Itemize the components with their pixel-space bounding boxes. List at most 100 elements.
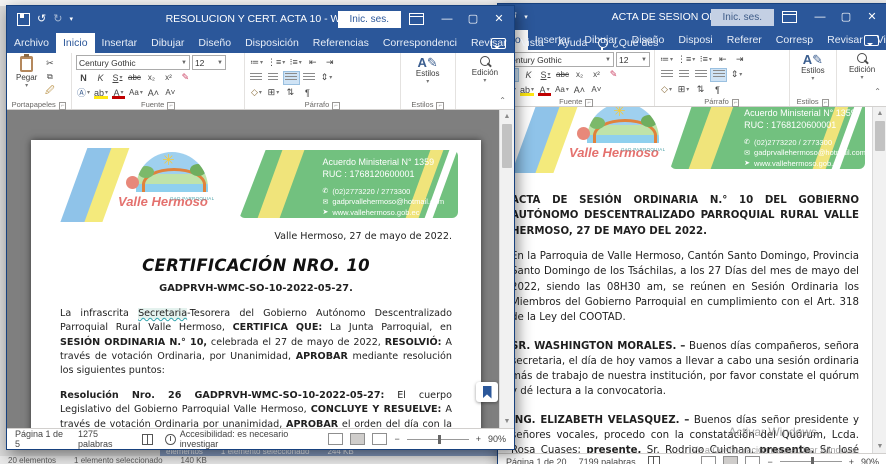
font-size-combo[interactable]: 12▼ (192, 55, 226, 70)
document-area[interactable]: ✳ Valle Hermoso GAD PARROQUIAL (7, 110, 514, 428)
numbering-button[interactable]: ⋮≡▾ (676, 54, 696, 66)
font-name-combo[interactable]: Century Gothic▼ (502, 52, 614, 67)
tab-dibujar[interactable]: Dibujar (144, 33, 191, 53)
maximize-button[interactable]: ▢ (460, 6, 486, 32)
subscript-button[interactable]: x₂ (144, 72, 159, 84)
tab-revisar[interactable]: Revisar (820, 30, 870, 50)
italic-button[interactable]: K (521, 69, 536, 81)
font-size-combo[interactable]: 12▼ (616, 52, 650, 67)
underline-button[interactable]: S▾ (110, 72, 125, 84)
strikethrough-button[interactable]: abc (127, 72, 142, 84)
document-page[interactable]: ✳ Valle Hermoso GAD PARROQUIAL (31, 140, 481, 428)
tab-ayuda[interactable]: Ayuda (551, 33, 595, 53)
superscript-button[interactable]: x² (589, 69, 604, 81)
tab-archivo[interactable]: Archivo (7, 33, 56, 53)
change-case-button[interactable]: Aa▾ (128, 87, 144, 99)
bookmark-badge[interactable] (476, 382, 498, 402)
word-count[interactable]: 1275 palabras (78, 429, 130, 449)
redo-icon[interactable]: ↻ (53, 14, 62, 25)
zoom-level[interactable]: 90% (861, 457, 879, 464)
change-case-button[interactable]: Aa▾ (554, 84, 570, 96)
collapse-ribbon-icon[interactable]: ⌃ (874, 87, 881, 96)
align-center-button[interactable] (676, 69, 691, 81)
tab-inicio[interactable]: Inicio (56, 33, 95, 53)
increase-indent-button[interactable]: ⇥ (732, 54, 747, 66)
shading-button[interactable]: ◇▾ (249, 87, 264, 99)
tab-referencias[interactable]: Referer (720, 30, 769, 50)
sign-in-button[interactable]: Inic. ses. (338, 11, 401, 28)
close-button[interactable]: ✕ (486, 6, 514, 32)
print-layout-icon[interactable] (350, 433, 365, 445)
tab-disposicion[interactable]: Disposición (238, 33, 306, 53)
borders-button[interactable]: ⊞▾ (676, 84, 691, 96)
tab-referencias[interactable]: Referencias (306, 33, 376, 53)
line-spacing-button[interactable]: ⇕▾ (319, 72, 334, 84)
bold-button[interactable]: N (76, 72, 91, 84)
justify-button[interactable] (710, 68, 727, 82)
sort-button[interactable]: ⇅ (693, 84, 708, 96)
web-layout-icon[interactable] (372, 433, 387, 445)
styles-button[interactable]: A✎ Estilos▾ (794, 52, 833, 83)
clear-format-icon[interactable]: ✎ (178, 72, 193, 84)
collapse-ribbon-icon[interactable]: ⌃ (499, 96, 506, 105)
zoom-in-button[interactable]: + (476, 434, 481, 444)
tab-vista[interactable]: Vista (514, 33, 551, 53)
scroll-up-icon[interactable]: ▲ (500, 110, 514, 123)
tab-revisar[interactable]: Revisar (464, 33, 514, 53)
zoom-out-button[interactable]: − (767, 457, 772, 464)
scrollbar-thumb[interactable] (875, 121, 885, 151)
align-left-button[interactable] (659, 69, 674, 81)
shrink-font-button[interactable]: A˅ (163, 87, 178, 99)
scrollbar-thumb[interactable] (502, 124, 512, 168)
word-count[interactable]: 7199 palabras (579, 457, 636, 464)
proofing-icon[interactable] (142, 434, 153, 445)
sort-button[interactable]: ⇅ (283, 87, 298, 99)
font-color-button[interactable]: A▾ (537, 84, 552, 96)
page-indicator[interactable]: Página 1 de 20 (506, 457, 567, 464)
ribbon-display-options-icon[interactable] (782, 11, 797, 23)
show-marks-button[interactable]: ¶ (300, 87, 315, 99)
save-icon[interactable] (17, 13, 30, 26)
minimize-button[interactable]: — (434, 6, 460, 32)
read-mode-icon[interactable] (701, 456, 716, 464)
editing-button[interactable]: Edición▾ (460, 55, 510, 85)
maximize-button[interactable]: ▢ (833, 4, 859, 30)
copy-icon[interactable]: ⧉ (42, 71, 57, 83)
minimize-button[interactable]: — (807, 4, 833, 30)
dialog-launcher-icon[interactable]: ⌐ (436, 102, 444, 110)
document-area[interactable]: ✳ Valle Hermoso GAD PARROQUIAL (498, 107, 886, 453)
subscript-button[interactable]: x₂ (572, 69, 587, 81)
cut-icon[interactable]: ✂ (42, 57, 57, 69)
decrease-indent-button[interactable]: ⇤ (305, 57, 320, 69)
vertical-scrollbar[interactable]: ▲ ▼ (499, 110, 514, 428)
feedback-chat-icon[interactable] (491, 38, 506, 49)
clear-format-icon[interactable]: ✎ (606, 69, 621, 81)
dialog-launcher-icon[interactable]: ⌐ (732, 99, 740, 107)
dialog-launcher-icon[interactable]: ⌐ (822, 99, 830, 107)
decrease-indent-button[interactable]: ⇤ (715, 54, 730, 66)
document-page[interactable]: ✳ Valle Hermoso GAD PARROQUIAL (498, 107, 873, 453)
titlebar[interactable]: ↺ ↻ ▾ RESOLUCION Y CERT. ACTA 10 - Word … (7, 6, 514, 32)
multilevel-list-button[interactable]: ⁝≡▾ (288, 57, 303, 69)
font-name-combo[interactable]: Century Gothic▼ (76, 55, 190, 70)
shrink-font-button[interactable]: A˅ (589, 84, 604, 96)
bullets-button[interactable]: ≔▾ (249, 57, 264, 69)
tell-me-box[interactable]: ¿Qué des (594, 37, 664, 53)
titlebar[interactable]: ↺ ▾ ACTA DE SESION ORD 10 - Word Inic. s… (498, 4, 886, 30)
paste-button[interactable]: Pegar▾ (11, 55, 42, 97)
proofing-icon[interactable] (648, 456, 660, 464)
shading-button[interactable]: ◇▾ (659, 84, 674, 96)
zoom-slider[interactable] (780, 461, 842, 462)
close-button[interactable]: ✕ (859, 4, 886, 30)
text-effects-icon[interactable]: Ⓐ▾ (76, 87, 91, 99)
format-painter-icon[interactable]: 🖉 (42, 85, 57, 97)
borders-button[interactable]: ⊞▾ (266, 87, 281, 99)
zoom-in-button[interactable]: + (849, 457, 854, 464)
bullets-button[interactable]: ≔▾ (659, 54, 674, 66)
justify-button[interactable] (302, 72, 317, 84)
read-mode-icon[interactable] (328, 433, 343, 445)
styles-button[interactable]: A✎ Estilos▾ (405, 55, 451, 86)
grow-font-button[interactable]: A˄ (146, 87, 161, 99)
numbering-button[interactable]: ⋮≡▾ (266, 57, 286, 69)
superscript-button[interactable]: x² (161, 72, 176, 84)
